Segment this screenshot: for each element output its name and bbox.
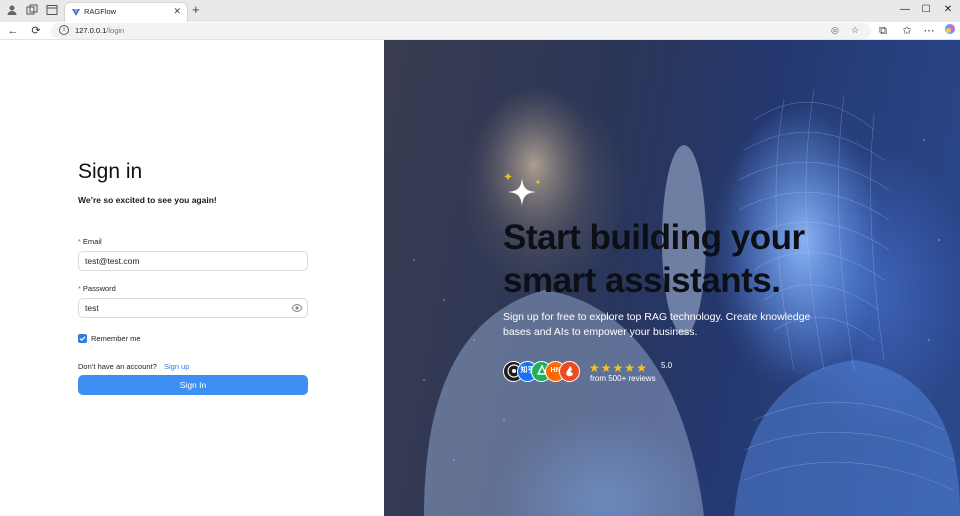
hero-title: Start building your smart assistants. [503, 218, 805, 300]
sparkle-icon [504, 172, 541, 206]
maximize-icon[interactable]: ☐ [919, 3, 933, 17]
back-arrow-icon[interactable]: ← [5, 23, 21, 39]
browser-tab[interactable]: RAGFlow ✕ [64, 2, 188, 22]
email-field[interactable] [78, 251, 308, 271]
hero-panel: Start building your smart assistants. Si… [384, 40, 960, 516]
tab-title: RAGFlow [84, 7, 117, 16]
login-panel: Sign in We’re so excited to see you agai… [0, 40, 384, 516]
page-subtitle: We’re so excited to see you again! [78, 195, 217, 205]
url-text: 127.0.0.1/login [75, 26, 125, 35]
browser-tab-bar: RAGFlow ✕ + — ☐ ✕ [0, 0, 960, 22]
info-icon[interactable]: i [59, 25, 69, 35]
url-field[interactable]: i 127.0.0.1/login ◎ ☆ [51, 23, 871, 39]
page-title: Sign in [78, 160, 143, 183]
star-icon: ★ [612, 361, 624, 375]
password-label: * Password [78, 284, 116, 293]
refresh-icon[interactable]: ⟳ [28, 23, 44, 39]
star-icon: ★ [636, 361, 647, 375]
avatar [559, 361, 580, 382]
rating-value: 5.0 [661, 361, 673, 370]
eye-icon[interactable] [291, 303, 303, 313]
login-page: Sign in We’re so excited to see you agai… [0, 40, 960, 516]
new-tab-icon[interactable]: + [192, 3, 200, 17]
favorite-star-icon[interactable]: ☆ [851, 25, 859, 36]
profile-icon[interactable] [5, 4, 19, 18]
address-bar: ← ⟳ i 127.0.0.1/login ◎ ☆ ⧉ ✩ ⋯ [0, 22, 960, 40]
star-icon: ★ [600, 361, 612, 375]
extensions-icon[interactable]: ⧉ [875, 23, 891, 39]
close-icon[interactable]: ✕ [173, 6, 181, 17]
more-menu-icon[interactable]: ⋯ [921, 23, 937, 39]
minimize-icon[interactable]: — [898, 3, 912, 17]
tab-actions-icon[interactable] [45, 4, 59, 18]
hero-subtitle: Sign up for free to explore top RAG tech… [503, 311, 811, 338]
no-account-text: Don’t have an account? [78, 362, 157, 371]
workspaces-icon[interactable] [25, 4, 39, 18]
star-icon: ★ [624, 361, 636, 375]
copilot-icon[interactable] [942, 23, 958, 39]
favorites-icon[interactable]: ✩ [899, 23, 915, 39]
rating-count: from 500+ reviews [590, 374, 656, 383]
remember-me-checkbox[interactable] [78, 334, 87, 343]
remember-me-label[interactable]: Remember me [91, 334, 141, 343]
ragflow-favicon-icon [72, 9, 80, 16]
reviewer-avatars: 知乎 HN [503, 361, 583, 383]
password-field[interactable] [78, 298, 308, 318]
signup-link[interactable]: Sign up [164, 362, 189, 371]
signin-button[interactable]: Sign In [78, 375, 308, 395]
window-close-icon[interactable]: ✕ [941, 3, 955, 17]
email-label: * Email [78, 237, 102, 246]
star-icon: ★ [589, 361, 600, 375]
read-aloud-icon[interactable]: ◎ [831, 25, 839, 36]
